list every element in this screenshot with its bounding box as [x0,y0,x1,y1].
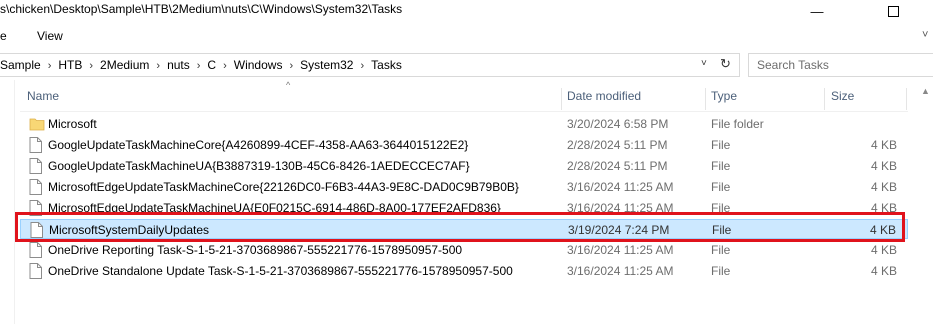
file-size: 4 KB [870,159,897,173]
file-row[interactable]: Microsoft 3/20/2024 6:58 PM File folder [20,114,908,134]
minimize-icon: — [810,3,824,19]
file-icon [29,158,42,174]
search-placeholder: Search Tasks [757,58,829,72]
file-type: File [711,243,731,257]
chevron-right-icon[interactable]: › [197,60,201,72]
tab-view[interactable]: View [37,29,63,43]
annotation-highlight-box [15,212,905,242]
file-icon [29,137,42,153]
file-type: File [711,264,731,278]
refresh-icon[interactable]: ↻ [720,56,731,72]
address-dropdown-icon[interactable]: ˅ [701,58,707,69]
column-header-type[interactable]: Type [711,89,737,111]
minimize-button[interactable]: — [794,0,840,22]
address-bar[interactable]: Sample › HTB › 2Medium › nuts › C › Windows › System… [0,53,740,77]
column-divider[interactable] [906,88,907,110]
breadcrumb-nuts[interactable]: nuts [167,58,190,72]
breadcrumb-system32[interactable]: System32 [300,58,353,72]
file-date-modified: 3/16/2024 11:25 AM [567,180,674,194]
file-type: File folder [711,117,764,131]
ribbon-tabs: e View ˅ [0,24,933,48]
file-row[interactable]: GoogleUpdateTaskMachineUA{B3887319-130B-… [20,156,908,176]
header-divider [20,111,908,112]
file-date-modified: 3/16/2024 11:25 AM [567,264,674,278]
title-bar: s\chicken\Desktop\Sample\HTB\2Medium\nut… [0,0,933,22]
breadcrumb: Sample › HTB › 2Medium › nuts › C › Windows › System… [0,58,402,72]
file-name: Microsoft [48,117,97,131]
file-name: GoogleUpdateTaskMachineUA{B3887319-130B-… [48,159,470,173]
breadcrumb-windows[interactable]: Windows [234,58,283,72]
chevron-right-icon[interactable]: › [223,60,227,72]
chevron-right-icon[interactable]: › [360,60,364,72]
scroll-up-icon[interactable]: ▲ [921,86,930,96]
chevron-right-icon[interactable]: › [289,60,293,72]
file-row[interactable]: MicrosoftEdgeUpdateTaskMachineCore{22126… [20,177,908,197]
search-input[interactable]: Search Tasks [748,53,933,77]
file-date-modified: 3/20/2024 6:58 PM [567,117,669,131]
sort-ascending-icon: ^ [286,80,291,90]
maximize-button[interactable] [870,0,916,22]
file-icon [29,263,42,279]
column-divider[interactable] [824,88,825,110]
file-size: 4 KB [870,243,897,257]
column-divider[interactable] [705,88,706,110]
breadcrumb-htb[interactable]: HTB [58,58,82,72]
column-header-name[interactable]: Name [27,89,59,111]
file-date-modified: 2/28/2024 5:11 PM [567,138,668,152]
file-date-modified: 3/16/2024 11:25 AM [567,243,674,257]
column-divider[interactable] [561,88,562,110]
window-title: s\chicken\Desktop\Sample\HTB\2Medium\nut… [0,2,403,16]
file-list: ^ Name Date modified Type Size Microsoft… [0,80,933,324]
file-type: File [711,159,731,173]
file-name: MicrosoftEdgeUpdateTaskMachineCore{22126… [48,180,519,194]
file-row[interactable]: OneDrive Standalone Update Task-S-1-5-21… [20,261,908,281]
file-name: GoogleUpdateTaskMachineCore{A4260899-4CE… [48,138,469,152]
file-type: File [711,180,731,194]
breadcrumb-2medium[interactable]: 2Medium [100,58,149,72]
breadcrumb-tasks[interactable]: Tasks [371,58,402,72]
file-icon [29,242,42,258]
ribbon-expand-icon[interactable]: ˅ [922,29,928,41]
file-size: 4 KB [870,138,897,152]
file-name: OneDrive Standalone Update Task-S-1-5-21… [48,264,513,278]
file-size: 4 KB [870,180,897,194]
file-type: File [711,138,731,152]
column-header-date-modified[interactable]: Date modified [567,89,641,111]
vertical-scrollbar[interactable]: ▲ [918,80,933,324]
breadcrumb-c[interactable]: C [207,58,216,72]
folder-icon [29,116,45,132]
maximize-icon [887,5,899,17]
chevron-right-icon[interactable]: › [48,60,52,72]
file-size: 4 KB [870,264,897,278]
file-name: OneDrive Reporting Task-S-1-5-21-3703689… [48,243,463,257]
tab-share[interactable]: e [0,29,7,43]
file-date-modified: 2/28/2024 5:11 PM [567,159,668,173]
chevron-right-icon[interactable]: › [156,60,160,72]
file-row[interactable]: GoogleUpdateTaskMachineCore{A4260899-4CE… [20,135,908,155]
breadcrumb-sample[interactable]: Sample [0,58,41,72]
file-row[interactable]: OneDrive Reporting Task-S-1-5-21-3703689… [20,240,908,260]
column-header-size[interactable]: Size [831,89,854,111]
file-icon [29,179,42,195]
chevron-right-icon[interactable]: › [89,60,93,72]
